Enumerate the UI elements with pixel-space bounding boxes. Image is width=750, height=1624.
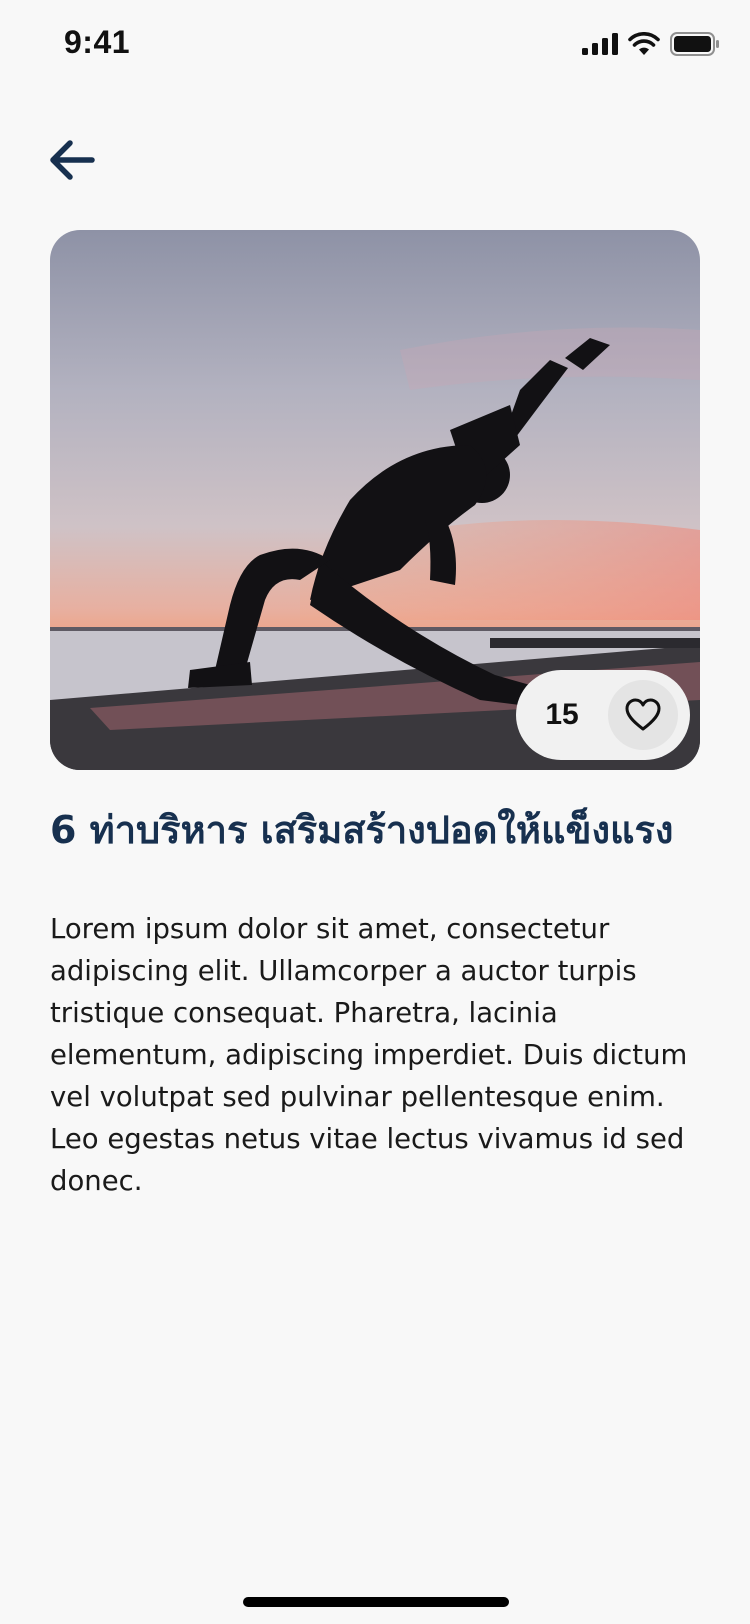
back-button[interactable]: [44, 132, 100, 188]
arrow-left-icon: [50, 140, 95, 180]
signal-icon: [582, 33, 618, 55]
wifi-icon: [628, 32, 660, 55]
heart-outline-icon: [625, 698, 661, 731]
home-indicator[interactable]: [243, 1597, 509, 1607]
post-image: 15: [50, 230, 700, 770]
status-time: 9:41: [64, 24, 131, 60]
post-body: Lorem ipsum dolor sit amet, consectetur …: [50, 913, 688, 1197]
like-pill: 15: [516, 670, 690, 760]
battery-icon: [670, 32, 719, 56]
post-title: 6 ท่าบริหาร เสริมสร้างปอดให้แข็งแรง: [50, 808, 674, 852]
status-bar: 9:41: [0, 0, 750, 90]
status-icons: [582, 32, 720, 56]
like-button[interactable]: [608, 680, 678, 750]
like-count: 15: [545, 698, 579, 731]
